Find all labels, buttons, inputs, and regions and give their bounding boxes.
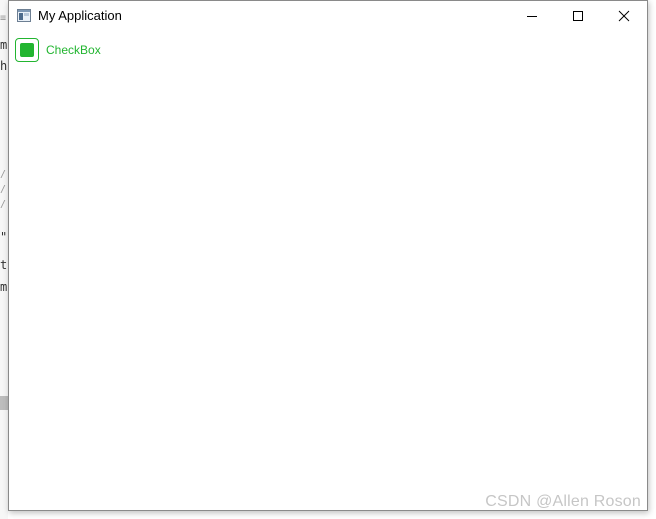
background-text-fragment: / [0,199,7,210]
background-text-fragment: m [0,280,8,294]
app-window: My Application CheckBox [8,0,648,511]
checkbox[interactable]: CheckBox [15,38,101,62]
screen: ≡ m h / / / " t m My Application CheckBo… [0,0,656,519]
checkbox-checked-mark [20,43,34,57]
background-scrollbar-thumb [0,396,8,410]
watermark: CSDN @Allen Roson [485,493,641,510]
maximize-icon [573,11,583,21]
checkbox-label[interactable]: CheckBox [46,43,101,57]
minimize-button[interactable] [509,1,555,31]
maximize-button[interactable] [555,1,601,31]
minimize-icon [527,16,537,17]
background-text-fragment: / [0,184,7,195]
background-text-fragment: h [0,59,8,73]
background-text-fragment: ≡ [0,13,7,24]
client-area: CheckBox [9,32,647,510]
background-text-fragment: t [0,258,8,272]
application-window-icon [17,9,31,22]
title-bar[interactable]: My Application [9,1,647,32]
background-text-fragment: " [0,230,8,244]
close-button[interactable] [601,1,647,31]
window-title: My Application [38,8,122,23]
checkbox-indicator[interactable] [15,38,39,62]
close-icon [618,10,630,22]
background-text-fragment: / [0,169,7,180]
background-text-fragment: m [0,38,8,52]
